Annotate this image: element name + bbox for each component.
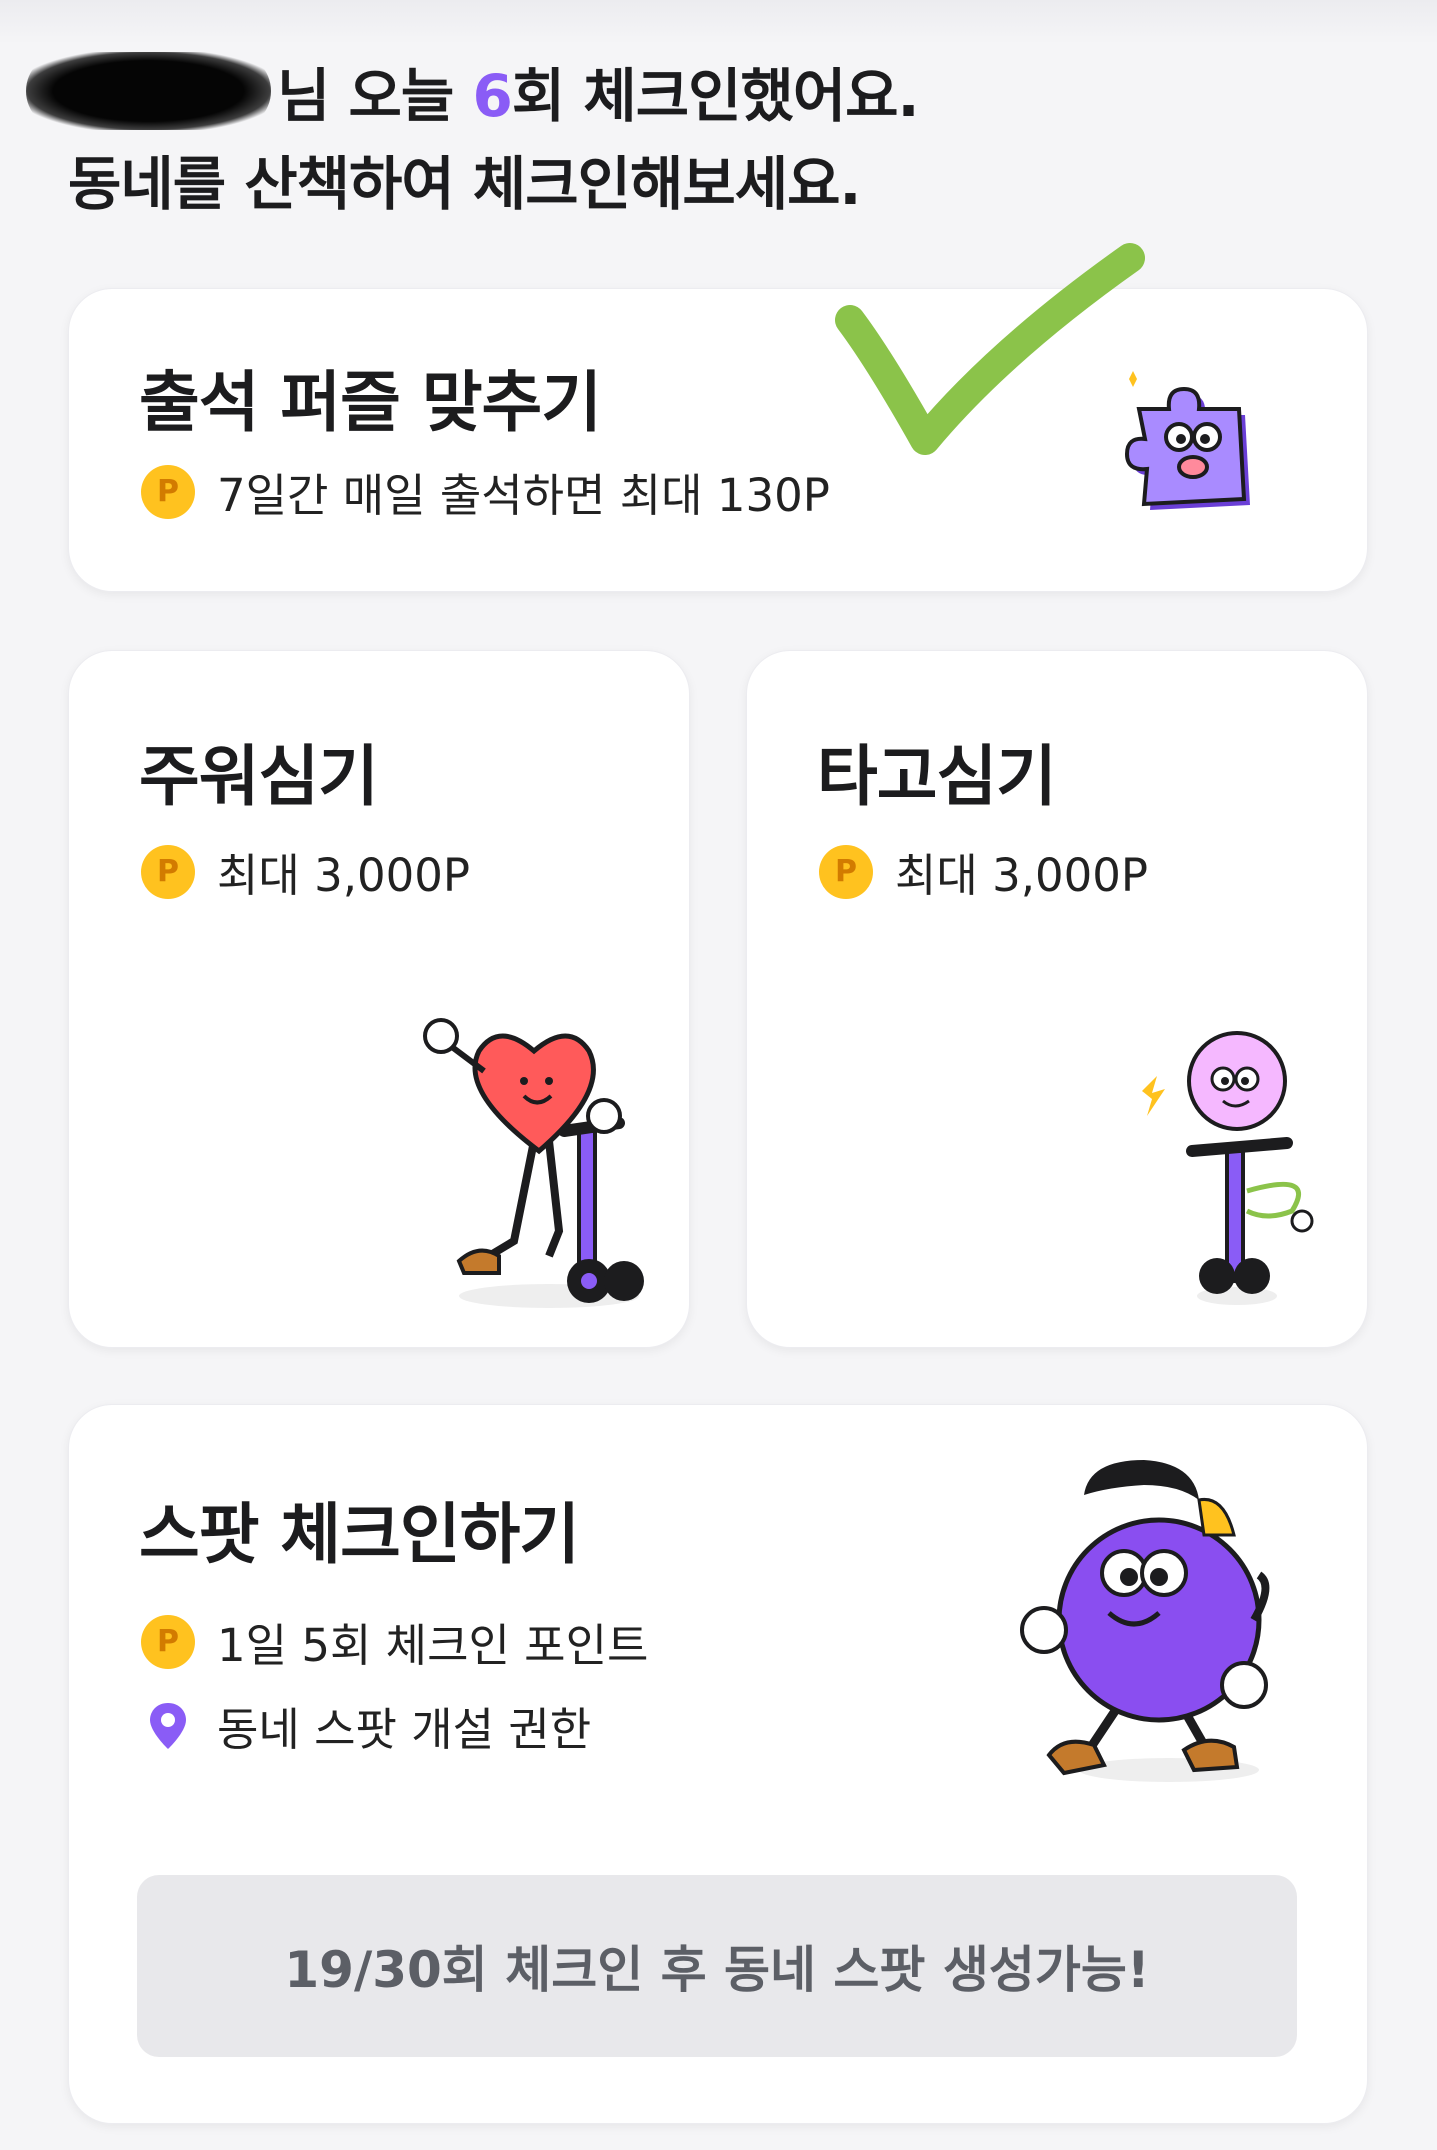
- point-coin-icon: P: [819, 844, 873, 899]
- checkin-count: 6: [472, 62, 512, 130]
- scooter-rider-character-icon: [1142, 1031, 1314, 1305]
- heart-scooter-character-icon: [423, 1018, 644, 1308]
- spot-points-benefit: P 1일 5회 체크인 포인트: [141, 1609, 648, 1674]
- checkmark-icon: [835, 243, 1145, 455]
- spot-creation-progress: 19/30회 체크인 후 동네 스팟 생성가능!: [137, 1875, 1297, 2057]
- checkin-summary: 님 오늘 6회 체크인했어요. 동네를 산책하여 체크인해보세요.: [26, 52, 1388, 228]
- walk-plant-card[interactable]: 주워심기 P 최대 3,000P: [68, 650, 690, 1348]
- point-coin-icon: P: [141, 1614, 195, 1669]
- ride-reward: P 최대 3,000P: [819, 839, 1148, 904]
- point-coin-icon: P: [141, 844, 195, 899]
- walk-title: 주워심기: [139, 738, 379, 815]
- location-pin-icon: [150, 1702, 186, 1749]
- redacted-username: [26, 52, 271, 130]
- ride-plant-card[interactable]: 타고심기 P 최대 3,000P: [746, 650, 1368, 1348]
- attendance-reward: P 7일간 매일 출석하면 최대 130P: [141, 459, 830, 524]
- status-bar-area: [0, 0, 1437, 44]
- walking-ball-character-icon: [1020, 1460, 1270, 1782]
- attendance-title: 출석 퍼즐 맞추기: [139, 364, 602, 441]
- ride-title: 타고심기: [817, 738, 1057, 815]
- point-coin-icon: P: [141, 464, 195, 519]
- spot-creation-benefit: 동네 스팟 개설 권한: [141, 1693, 591, 1758]
- attendance-puzzle-card[interactable]: 출석 퍼즐 맞추기 P 7일간 매일 출석하면 최대 130P: [68, 288, 1368, 592]
- walk-reward: P 최대 3,000P: [141, 839, 470, 904]
- summary-line-1: 님 오늘 6회 체크인했어요.: [26, 52, 1388, 140]
- spot-checkin-card[interactable]: 스팟 체크인하기 P 1일 5회 체크인 포인트 동네 스팟 개설 권한 19/…: [68, 1404, 1368, 2124]
- summary-line-2: 동네를 산책하여 체크인해보세요.: [68, 150, 861, 218]
- spot-title: 스팟 체크인하기: [139, 1496, 580, 1573]
